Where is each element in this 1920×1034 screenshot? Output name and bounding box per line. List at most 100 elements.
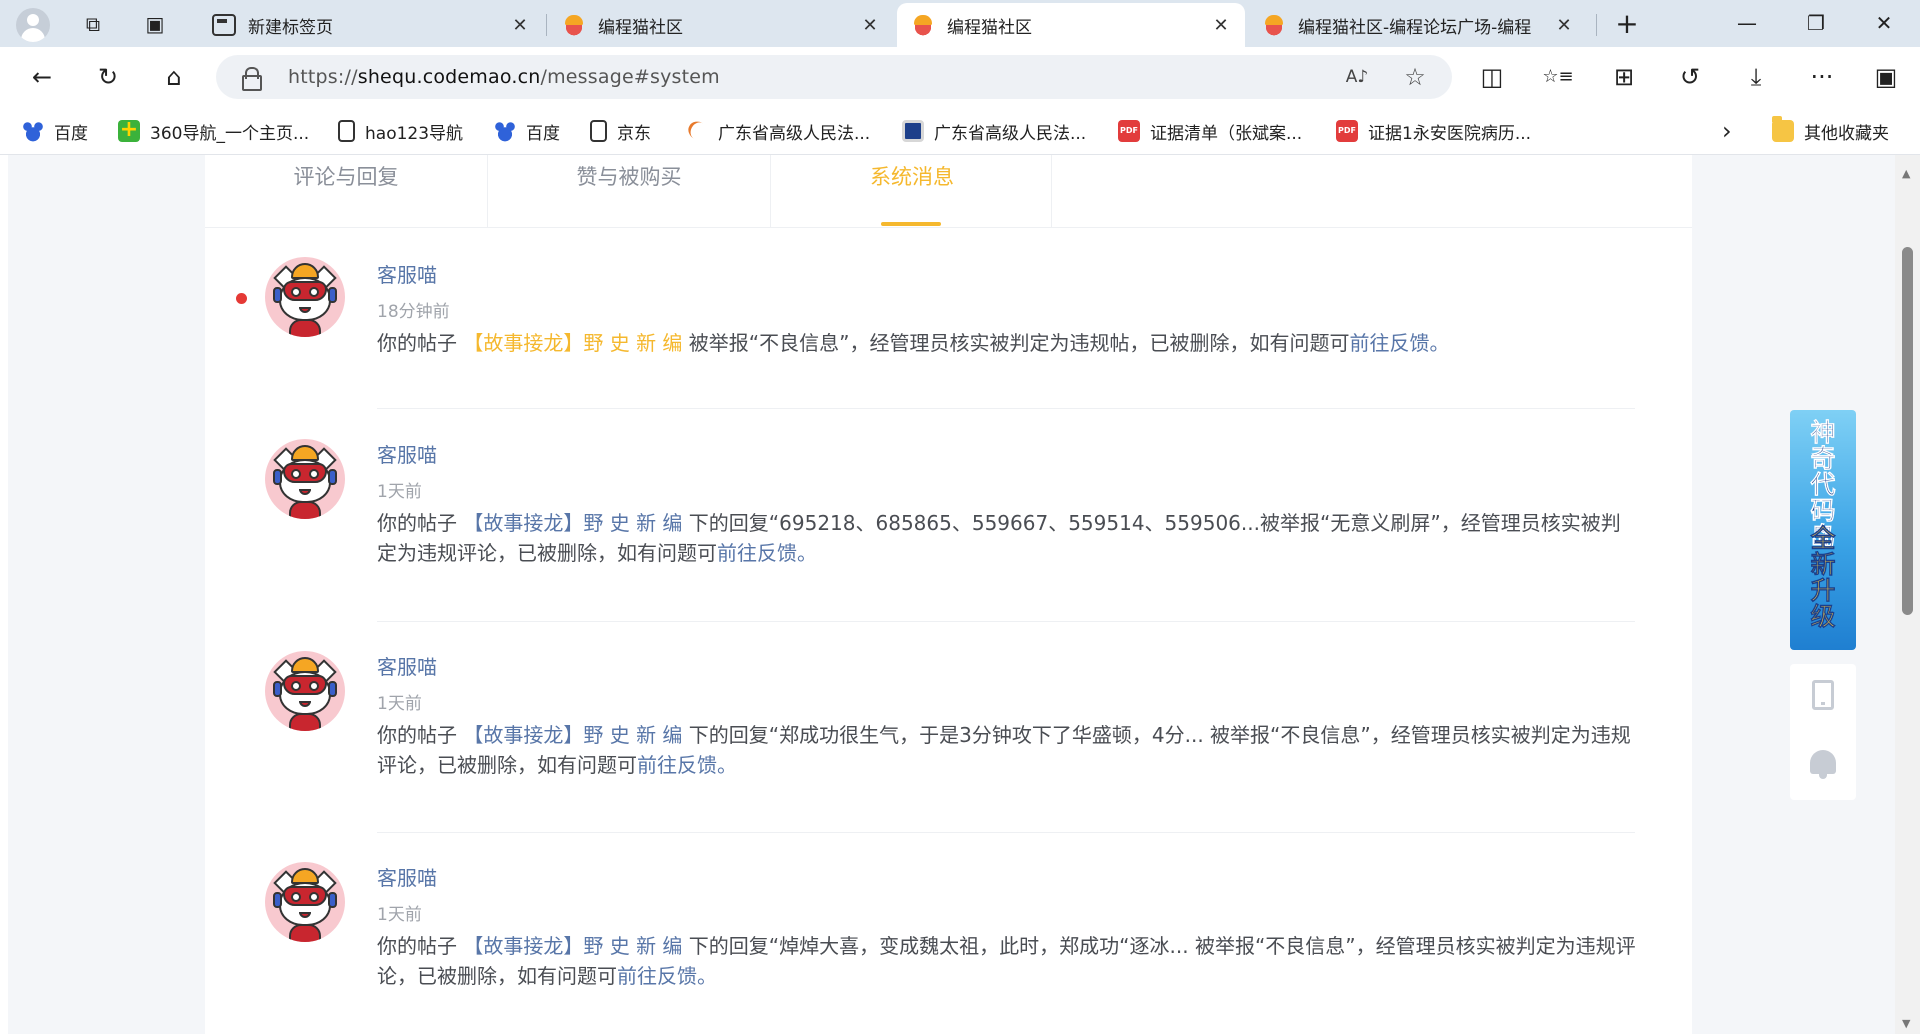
downloads-icon[interactable]: ⤓	[1740, 61, 1772, 93]
read-aloud-icon[interactable]: A♪	[1344, 64, 1370, 90]
message-body: 你的帖子 【故事接龙】野 史 新 编 被举报“不良信息”，经管理员核实被判定为违…	[377, 331, 1450, 355]
browser-tab-2[interactable]: 编程猫社区 ✕	[548, 3, 894, 47]
browser-titlebar: ⧉ ▣ 新建标签页 ✕ 编程猫社区 ✕ 编程猫社区 ✕ 编程猫社区-编程论坛广场…	[0, 0, 1920, 47]
post-title-link[interactable]: 【故事接龙】野 史 新 编	[463, 723, 682, 747]
pdf-icon: PDF	[1336, 120, 1358, 142]
bookmark-item[interactable]: 京东	[590, 117, 651, 145]
side-tools-panel	[1790, 664, 1856, 800]
favorite-star-icon[interactable]: ☆	[1402, 64, 1428, 90]
browser-tab-1[interactable]: 新建标签页 ✕	[198, 3, 544, 47]
feedback-link[interactable]: 前往反馈	[617, 964, 697, 988]
tab-separator	[546, 14, 547, 36]
collections-icon[interactable]: ⊞	[1608, 61, 1640, 93]
new-tab-page-icon	[212, 14, 236, 36]
customer-service-cat-avatar[interactable]	[265, 439, 345, 519]
new-tab-plus-icon[interactable]: +	[1614, 10, 1640, 38]
unread-dot-icon	[236, 293, 247, 304]
browser-tab-title: 编程猫社区-编程论坛广场-编程	[1298, 17, 1532, 38]
tablet-app-icon[interactable]	[1812, 680, 1834, 710]
browser-tab-title: 编程猫社区	[947, 17, 1032, 38]
browser-tab-4[interactable]: 编程猫社区-编程论坛广场-编程 ✕	[1248, 3, 1588, 47]
home-icon[interactable]: ⌂	[158, 61, 190, 93]
sender-name[interactable]: 客服喵	[377, 259, 437, 288]
bookmark-item[interactable]: 百度	[494, 117, 560, 145]
message-time: 1天前	[377, 482, 422, 502]
close-tab-icon[interactable]: ✕	[860, 15, 880, 36]
arc-logo-icon	[686, 120, 708, 142]
minimize-window-icon[interactable]: —	[1727, 8, 1767, 38]
scroll-down-arrow-icon[interactable]: ▼	[1902, 1017, 1910, 1030]
scrollbar-thumb[interactable]	[1902, 247, 1913, 615]
back-arrow-icon[interactable]: ←	[26, 61, 58, 93]
bookmark-item[interactable]: 广东省高级人民法...	[686, 117, 870, 145]
promo-subtitle: 全新升级	[1810, 524, 1836, 631]
codemao-favicon-icon	[1262, 14, 1286, 36]
code-island-promo-banner[interactable]: 神奇代码岛 全新升级	[1790, 410, 1856, 650]
message-time: 18分钟前	[377, 302, 450, 322]
message-center-card: 评论与回复 赞与被购买 系统消息 客服喵 18分钟前 你的帖子 【故事接龙】野 …	[205, 155, 1692, 1034]
feedback-link[interactable]: 前往反馈	[1350, 331, 1430, 355]
post-title-link[interactable]: 【故事接龙】野 史 新 编	[463, 331, 682, 355]
bookmark-item[interactable]: hao123导航	[338, 117, 463, 145]
customer-service-cat-avatar[interactable]	[265, 862, 345, 942]
notification-bell-icon[interactable]	[1810, 750, 1836, 779]
profile-avatar-icon[interactable]	[16, 8, 50, 42]
sender-name[interactable]: 客服喵	[377, 862, 437, 891]
baidu-paw-icon	[494, 120, 516, 142]
active-tab-indicator	[881, 222, 941, 226]
message-tabs: 评论与回复 赞与被购买 系统消息	[205, 155, 1692, 228]
tab-system-messages[interactable]: 系统消息	[771, 155, 1053, 227]
close-tab-icon[interactable]: ✕	[1211, 15, 1231, 36]
pdf-icon: PDF	[1118, 120, 1140, 142]
post-title-link[interactable]: 【故事接龙】野 史 新 编	[463, 934, 682, 958]
tab-likes-purchases[interactable]: 赞与被购买	[488, 155, 770, 227]
page-scrollbar[interactable]: ▲ ▼	[1895, 155, 1920, 1034]
bookmark-item[interactable]: PDF 证据清单（张斌案...	[1118, 117, 1302, 145]
browser-toolbar: ← ↻ ⌂ https://shequ.codemao.cn/message#s…	[0, 47, 1920, 107]
sender-name[interactable]: 客服喵	[377, 651, 437, 680]
codemao-favicon-icon	[911, 14, 935, 36]
tab-separator	[1596, 14, 1597, 36]
reload-icon[interactable]: ↻	[92, 61, 124, 93]
bookmark-item[interactable]: 360导航_一个主页...	[118, 117, 309, 145]
scroll-up-arrow-icon[interactable]: ▲	[1902, 167, 1910, 180]
browser-tab-title: 新建标签页	[248, 17, 333, 38]
tab-actions-icon[interactable]: ▣	[142, 11, 168, 37]
history-icon[interactable]: ↺	[1674, 61, 1706, 93]
lock-icon[interactable]	[242, 67, 262, 91]
message-time: 1天前	[377, 905, 422, 925]
bookmarks-overflow-chevron-icon[interactable]: ›	[1722, 117, 1732, 145]
browser-tab-title: 编程猫社区	[598, 17, 683, 38]
feedback-link[interactable]: 前往反馈	[637, 753, 717, 777]
codemao-favicon-icon	[562, 14, 586, 36]
sidebar-toggle-icon[interactable]: ▣	[1870, 61, 1902, 93]
message-body: 你的帖子 【故事接龙】野 史 新 编 下的回复“焯焯大喜，变成魏太祖，此时，郑成…	[377, 934, 1636, 988]
post-title-link[interactable]: 【故事接龙】野 史 新 编	[463, 511, 682, 535]
address-bar[interactable]: https://shequ.codemao.cn/message#system …	[216, 55, 1452, 99]
feedback-link[interactable]: 前往反馈	[717, 541, 797, 565]
other-bookmarks-folder[interactable]: 其他收藏夹	[1772, 116, 1889, 145]
tab-divider	[1051, 155, 1052, 227]
bookmarks-bar: 百度 360导航_一个主页... hao123导航 百度 京东 广东省高级人民法…	[0, 107, 1920, 155]
split-screen-icon[interactable]: ◫	[1476, 61, 1508, 93]
sender-name[interactable]: 客服喵	[377, 439, 437, 468]
customer-service-cat-avatar[interactable]	[265, 651, 345, 731]
restore-window-icon[interactable]: ❐	[1796, 8, 1836, 38]
customer-service-cat-avatar[interactable]	[265, 257, 345, 337]
more-menu-icon[interactable]: ···	[1806, 61, 1838, 93]
page-icon	[590, 120, 607, 142]
close-tab-icon[interactable]: ✕	[1554, 15, 1574, 36]
favorites-list-icon[interactable]: ☆≡	[1542, 61, 1574, 93]
close-tab-icon[interactable]: ✕	[510, 15, 530, 36]
bookmark-item[interactable]: 百度	[22, 117, 88, 145]
url-text[interactable]: https://shequ.codemao.cn/message#system	[288, 66, 720, 88]
bookmark-item[interactable]: 广东省高级人民法...	[902, 117, 1086, 145]
browser-tab-3-active[interactable]: 编程猫社区 ✕	[897, 3, 1245, 47]
tab-comments-replies[interactable]: 评论与回复	[205, 155, 487, 227]
close-window-icon[interactable]: ✕	[1864, 8, 1904, 38]
bookmark-item[interactable]: PDF 证据1永安医院病历...	[1336, 117, 1531, 145]
page-left-strip	[0, 155, 8, 1034]
message-divider	[377, 621, 1635, 622]
workspaces-icon[interactable]: ⧉	[80, 11, 106, 37]
message-body: 你的帖子 【故事接龙】野 史 新 编 下的回复“郑成功很生气，于是3分钟攻下了华…	[377, 723, 1631, 777]
